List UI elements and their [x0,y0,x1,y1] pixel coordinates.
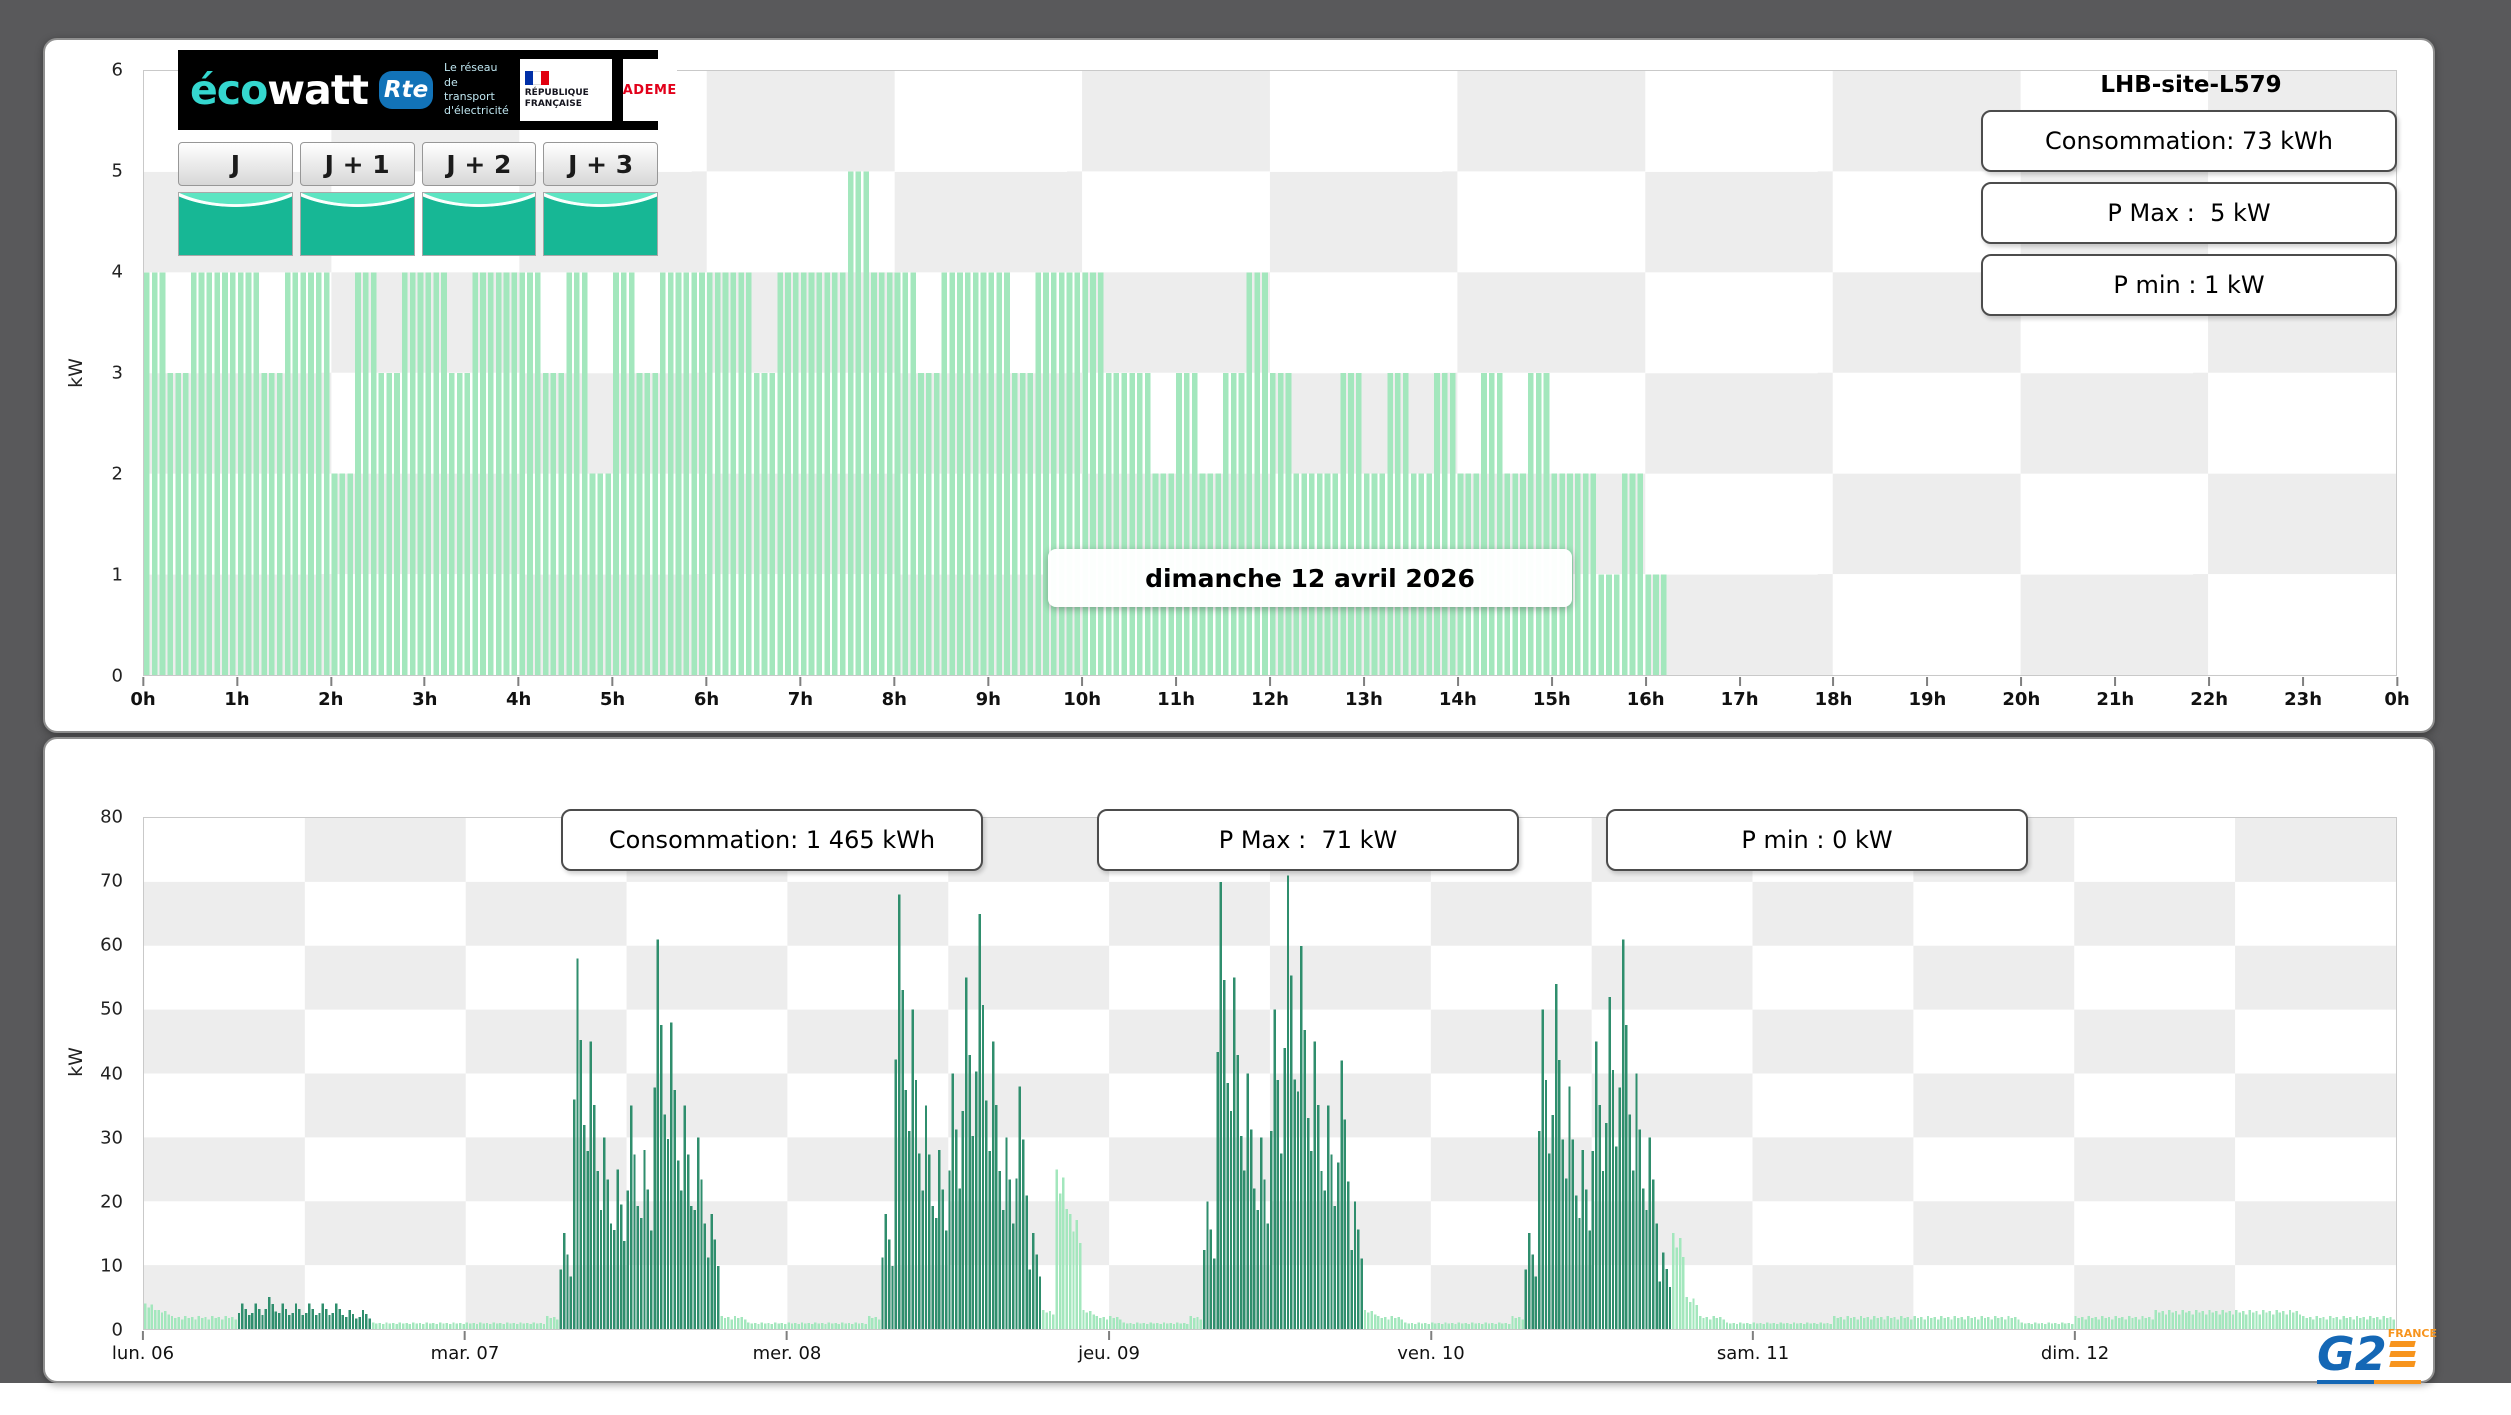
day-button-j1[interactable]: J + 1 [299,142,415,186]
x-tick: 11h [1157,677,1195,710]
ecowatt-banner: écowatt Rte Le réseau de transport d'éle… [178,50,677,130]
x-tick: 10h [1063,677,1101,710]
x-tick: 23h [2284,677,2322,710]
rte-logo: Rte [379,71,434,109]
x-tick: 15h [1533,677,1571,710]
y-tick-label: 40 [100,1063,123,1084]
x-tick: 14h [1439,677,1477,710]
x-tick: 16h [1627,677,1665,710]
x-tick: 6h [694,677,719,710]
stat-pmin-day: P min : 1 kW [1981,254,2397,316]
ecowatt-logo-watt: watt [267,65,369,114]
x-axis: 0h 1h 2h 3h 4h 5h 6h 7h 8h 9h 10h 11h 12h 13h 14h 15h 16… [130,677,2410,723]
x-tick: lun. 06 [112,1331,174,1364]
forecast-day-buttons: J J + 1 J + 2 J + 3 [178,142,658,186]
stat-pmax-day: P Max : 5 kW [1981,182,2397,244]
date-annotation: dimanche 12 avril 2026 [1048,549,1572,607]
daily-chart-panel: kW 0123456 dimanche 12 avril 2026 0h 1h 2h… [43,38,2435,733]
stat-pmin-week: P min : 0 kW [1606,809,2028,871]
x-tick: 22h [2190,677,2228,710]
g2e-e-icon [2389,1341,2416,1367]
x-tick: 0h [130,677,156,710]
site-label: LHB-site-L579 [2100,72,2282,98]
french-flag-icon [524,71,549,86]
y-tick-label: 4 [111,261,123,283]
ecowatt-logo: écowatt [190,69,369,111]
y-tick-label: 60 [100,934,123,956]
x-tick: 4h [506,677,531,710]
g2e-logo-text: G2 [2317,1327,2387,1381]
x-tick: 8h [882,677,907,710]
y-tick-label: 1 [111,564,123,586]
ecowatt-forecast-tile-j[interactable] [178,192,293,256]
weekly-chart-plot [143,817,2397,1330]
ademe-logo: ADEME [622,59,677,121]
ecowatt-forecast-tile-j2[interactable] [421,192,537,256]
g2e-logo: G2 FRANCE [2317,1327,2437,1384]
g2e-france-label: FRANCE [2387,1327,2437,1340]
x-tick: 21h [2096,677,2134,710]
y-tick-label: 50 [100,998,123,1020]
x-axis: lun. 06 mar. 07 mer. 08 jeu. 09 ven. 10 sam. … [112,1331,2397,1377]
y-axis: 0 1 2 3 4 5 6 [45,60,137,687]
y-tick-label: 30 [100,1127,123,1149]
x-tick: jeu. 09 [1078,1331,1140,1364]
x-tick: 12h [1251,677,1289,710]
rte-tagline: Le réseau de transport d'électricité [444,61,509,118]
x-tick: mar. 07 [431,1331,499,1364]
x-tick: 20h [2002,677,2040,710]
y-tick-label: 2 [111,463,123,485]
y-tick-label: 6 [111,59,123,81]
stat-pmax-week: P Max : 71 kW [1097,809,1519,871]
ecowatt-forecast-tile-j3[interactable] [543,192,658,256]
weekly-bars-layer [144,875,2396,1329]
x-tick: 5h [600,677,625,710]
y-tick-label: 0 [111,665,123,687]
y-tick-label: 3 [111,362,123,384]
y-axis: 0 10 20 30 40 50 60 70 80 [45,807,137,1341]
y-tick-label: 5 [111,160,123,182]
x-tick: 0h [2384,677,2410,710]
x-tick: 17h [1721,677,1759,710]
day-button-j3[interactable]: J + 3 [543,142,658,186]
x-tick: 2h [318,677,344,710]
x-tick: 7h [788,677,813,710]
x-tick: 13h [1345,677,1383,710]
x-tick: 18h [1815,677,1852,710]
x-tick: 19h [1908,677,1946,710]
republique-francaise-label: RÉPUBLIQUE FRANÇAISE [524,88,589,109]
day-button-j[interactable]: J [178,142,293,186]
x-tick: sam. 11 [1717,1331,1789,1364]
x-tick: 3h [412,677,437,710]
stat-consommation-day: Consommation: 73 kWh [1981,110,2397,172]
republique-francaise-logo: RÉPUBLIQUE FRANÇAISE [519,59,612,121]
x-tick: ven. 10 [1397,1331,1465,1364]
stat-consommation-week: Consommation: 1 465 kWh [561,809,983,871]
x-tick: mer. 08 [753,1331,821,1364]
ecowatt-forecast-tile-j1[interactable] [299,192,415,256]
x-tick: 9h [976,677,1001,710]
ecowatt-logo-eco: éco [190,65,268,114]
y-tick-label: 80 [100,806,123,828]
x-tick: dim. 12 [2041,1331,2109,1364]
forecast-tiles [178,192,658,256]
y-tick-label: 70 [100,870,123,892]
day-button-j2[interactable]: J + 2 [421,142,537,186]
x-tick: 1h [224,677,250,710]
y-tick-label: 10 [100,1255,123,1277]
y-tick-label: 20 [100,1191,123,1213]
weekly-chart-panel: kW 0 10 20 30 40 50 60 70 80 lun. 06 mar. 07 mer. … [43,737,2437,1384]
